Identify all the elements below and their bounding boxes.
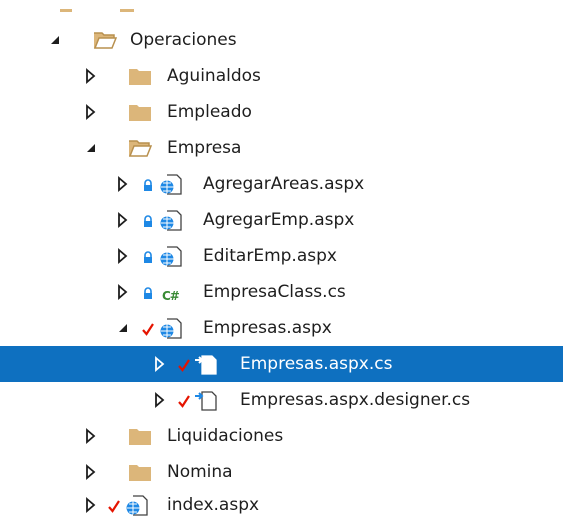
tree-item-label: Empresas.aspx <box>203 318 332 338</box>
tree-item-agregaremp-aspx[interactable]: AgregarEmp.aspx <box>0 202 563 238</box>
tree-item-empresaclass-cs[interactable]: C# EmpresaClass.cs <box>0 274 563 310</box>
tree-item-label: Empleado <box>167 102 252 122</box>
tree-item-empresa[interactable]: Empresa <box>0 130 563 166</box>
tree-item-empresas-aspx-designer-cs[interactable]: Empresas.aspx.designer.cs <box>0 382 563 418</box>
tree-item-agregarareas-aspx[interactable]: AgregarAreas.aspx <box>0 166 563 202</box>
web-page-icon <box>159 317 182 339</box>
expand-triangle-icon[interactable] <box>83 464 99 480</box>
tree-item-label: Empresas.aspx.cs <box>240 354 393 374</box>
tree-item-aguinaldos[interactable]: Aguinaldos <box>0 58 563 94</box>
tree-item-empleado[interactable]: Empleado <box>0 94 563 130</box>
folder-icon <box>128 461 151 483</box>
tree-item-label: EditarEmp.aspx <box>203 246 337 266</box>
folder-open-icon <box>128 137 152 159</box>
code-behind-file-icon <box>194 353 217 375</box>
web-page-icon <box>159 209 182 231</box>
tree-item-label: Liquidaciones <box>167 426 284 446</box>
tree-item-label: EmpresaClass.cs <box>203 282 346 302</box>
solution-explorer-tree: Operaciones Aguinaldos Empleado Empresa <box>0 0 563 523</box>
pending-change-check-icon <box>142 321 154 336</box>
expand-triangle-icon[interactable] <box>152 356 168 372</box>
tree-item-liquidaciones[interactable]: Liquidaciones <box>0 418 563 454</box>
folder-icon <box>128 101 151 123</box>
lock-icon <box>142 285 154 299</box>
collapse-triangle-icon[interactable] <box>115 320 131 336</box>
csharp-file-icon: C# <box>162 289 180 303</box>
pending-change-check-icon <box>178 357 190 372</box>
folder-icon <box>128 425 151 447</box>
expand-triangle-icon[interactable] <box>83 68 99 84</box>
tree-item-index-aspx[interactable]: index.aspx <box>0 487 563 523</box>
folder-icon <box>128 65 151 87</box>
web-page-icon <box>159 173 182 195</box>
web-page-icon <box>125 494 148 516</box>
tree-item-label: Empresa <box>167 138 242 158</box>
tree-item-label: Empresas.aspx.designer.cs <box>240 390 471 410</box>
scrolled-row-remnant <box>0 0 563 12</box>
tree-item-editaremp-aspx[interactable]: EditarEmp.aspx <box>0 238 563 274</box>
collapse-triangle-icon[interactable] <box>83 140 99 156</box>
expand-triangle-icon[interactable] <box>83 428 99 444</box>
tree-item-label: AgregarEmp.aspx <box>203 210 355 230</box>
lock-icon <box>142 177 154 191</box>
pending-change-check-icon <box>178 393 190 408</box>
pending-change-check-icon <box>108 498 120 513</box>
expand-triangle-icon[interactable] <box>115 212 131 228</box>
lock-icon <box>142 249 154 263</box>
expand-triangle-icon[interactable] <box>152 392 168 408</box>
tree-item-empresas-aspx-cs[interactable]: Empresas.aspx.cs <box>0 346 563 382</box>
tree-item-label: index.aspx <box>167 495 260 515</box>
tree-item-label: Nomina <box>167 462 233 482</box>
tree-item-operaciones[interactable]: Operaciones <box>0 22 563 58</box>
expand-triangle-icon[interactable] <box>115 176 131 192</box>
folder-open-icon <box>93 29 117 51</box>
expand-triangle-icon[interactable] <box>115 248 131 264</box>
tree-item-nomina[interactable]: Nomina <box>0 454 563 490</box>
tree-item-empresas-aspx[interactable]: Empresas.aspx <box>0 310 563 346</box>
expand-triangle-icon[interactable] <box>83 497 99 513</box>
lock-icon <box>142 213 154 227</box>
expand-triangle-icon[interactable] <box>115 284 131 300</box>
tree-item-label: AgregarAreas.aspx <box>203 174 365 194</box>
web-page-icon <box>159 245 182 267</box>
expand-triangle-icon[interactable] <box>83 104 99 120</box>
code-behind-file-icon <box>194 389 217 411</box>
collapse-triangle-icon[interactable] <box>47 32 63 48</box>
tree-item-label: Aguinaldos <box>167 66 261 86</box>
tree-item-label: Operaciones <box>130 30 237 50</box>
